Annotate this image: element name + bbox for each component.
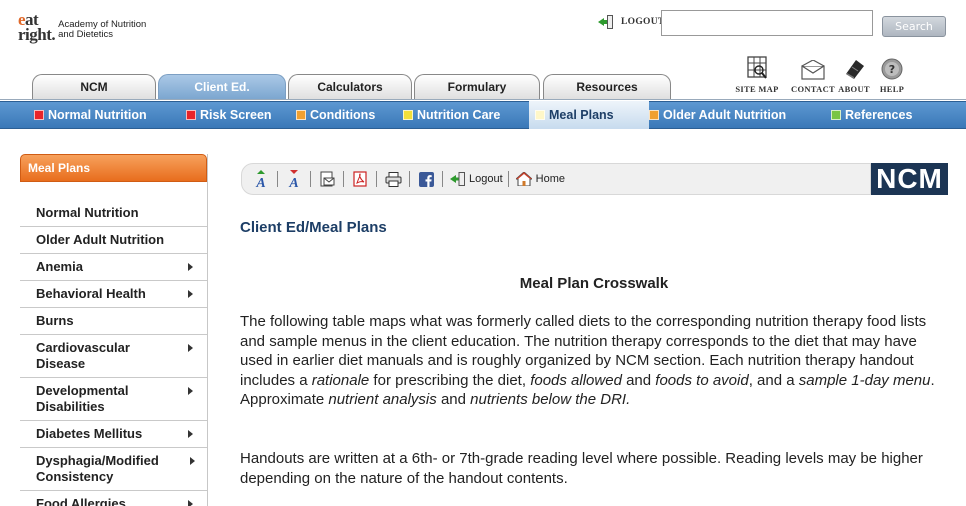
facebook-icon[interactable] (417, 170, 435, 188)
subnav-normal-nutrition[interactable]: Normal Nutrition (34, 101, 186, 129)
page-breadcrumb: Client Ed/Meal Plans (240, 219, 387, 236)
tab-resources[interactable]: Resources (543, 74, 671, 100)
pdf-icon[interactable] (351, 170, 369, 188)
toolbar-divider (409, 171, 410, 187)
tab-ncm[interactable]: NCM (32, 74, 156, 100)
sidebar-item-burns[interactable]: Burns (20, 308, 207, 335)
subnav-risk-screen[interactable]: Risk Screen (186, 101, 296, 129)
toolbar-divider (376, 171, 377, 187)
header-logout-link[interactable]: LOGOUT (598, 15, 665, 29)
toolbar-home-link[interactable]: Home (536, 173, 565, 185)
logout-icon (598, 15, 613, 29)
chevron-right-icon (188, 500, 193, 506)
red-square-icon (34, 110, 44, 120)
chevron-right-icon (190, 457, 195, 465)
sidebar-item-developmental-disabilities[interactable]: Developmental Disabilities (20, 378, 207, 421)
sidebar-item-older-adult-nutrition[interactable]: Older Adult Nutrition (20, 227, 207, 254)
sidebar-title: Meal Plans (20, 154, 207, 182)
orange-square-icon (649, 110, 659, 120)
home-icon (515, 170, 532, 188)
search-button[interactable]: Search (882, 16, 946, 37)
yellow-square-icon (403, 110, 413, 120)
eatright-logo-mark: eat right. (18, 10, 56, 44)
chevron-right-icon (188, 344, 193, 352)
subnav-meal-plans[interactable]: Meal Plans (529, 101, 649, 129)
sidebar-item-dysphagia[interactable]: Dysphagia/Modified Consistency (20, 448, 207, 491)
chevron-right-icon (188, 263, 193, 271)
sidebar-item-behavioral-health[interactable]: Behavioral Health (20, 281, 207, 308)
sidebar-item-normal-nutrition[interactable]: Normal Nutrition (20, 200, 207, 227)
toolbar-divider (277, 171, 278, 187)
sidebar-item-cardiovascular-disease[interactable]: Cardiovascular Disease (20, 335, 207, 378)
toolbar-divider (442, 171, 443, 187)
chevron-right-icon (188, 430, 193, 438)
toolbar-logout-link[interactable]: Logout (469, 173, 503, 185)
subnav-conditions[interactable]: Conditions (296, 101, 403, 129)
tab-baseline (0, 99, 966, 100)
logo-text: Academy of Nutrition and Dietetics (58, 19, 147, 40)
subnav-older-adult-nutrition[interactable]: Older Adult Nutrition (649, 101, 831, 129)
tab-client-ed[interactable]: Client Ed. (158, 74, 286, 100)
email-page-icon[interactable] (318, 170, 336, 188)
toolbar-divider (507, 171, 509, 187)
tab-calculators[interactable]: Calculators (288, 74, 412, 100)
red-square-icon (186, 110, 196, 120)
meal-plans-sidebar: Meal Plans Normal Nutrition Older Adult … (20, 154, 208, 506)
page-toolbar: A A Logout Home (241, 163, 871, 195)
chevron-right-icon (188, 387, 193, 395)
sidebar-item-anemia[interactable]: Anemia (20, 254, 207, 281)
svg-text:A: A (288, 176, 298, 188)
orange-square-icon (296, 110, 306, 120)
print-icon[interactable] (384, 170, 402, 188)
academy-logo[interactable]: eat right. Academy of Nutrition and Diete… (18, 10, 147, 44)
main-tabs: NCM Client Ed. Calculators Formulary Res… (0, 74, 966, 100)
cream-square-icon (535, 110, 545, 120)
reading-level-paragraph: Handouts are written at a 6th- or 7th-gr… (240, 450, 923, 487)
subnav-nutrition-care[interactable]: Nutrition Care (403, 101, 535, 129)
subnav-references[interactable]: References (831, 101, 931, 129)
search-input[interactable] (661, 10, 873, 36)
sidebar-list: Normal Nutrition Older Adult Nutrition A… (20, 200, 207, 506)
svg-text:A: A (255, 176, 265, 188)
sidebar-item-diabetes-mellitus[interactable]: Diabetes Mellitus (20, 421, 207, 448)
tab-formulary[interactable]: Formulary (414, 74, 540, 100)
header-logout-label: LOGOUT (621, 17, 665, 27)
sidebar-item-food-allergies[interactable]: Food Allergies (20, 491, 207, 506)
toolbar-divider (310, 171, 311, 187)
logout-icon (450, 170, 465, 188)
decrease-text-size-icon[interactable]: A (285, 170, 303, 188)
green-square-icon (831, 110, 841, 120)
toolbar-divider (343, 171, 344, 187)
intro-paragraph: The following table maps what was former… (240, 313, 935, 408)
page-heading: Meal Plan Crosswalk (519, 275, 669, 292)
ncm-logo: NCM (871, 163, 948, 195)
section-subnav: Normal Nutrition Risk Screen Conditions … (0, 101, 966, 129)
increase-text-size-icon[interactable]: A (252, 170, 270, 188)
chevron-right-icon (188, 290, 193, 298)
